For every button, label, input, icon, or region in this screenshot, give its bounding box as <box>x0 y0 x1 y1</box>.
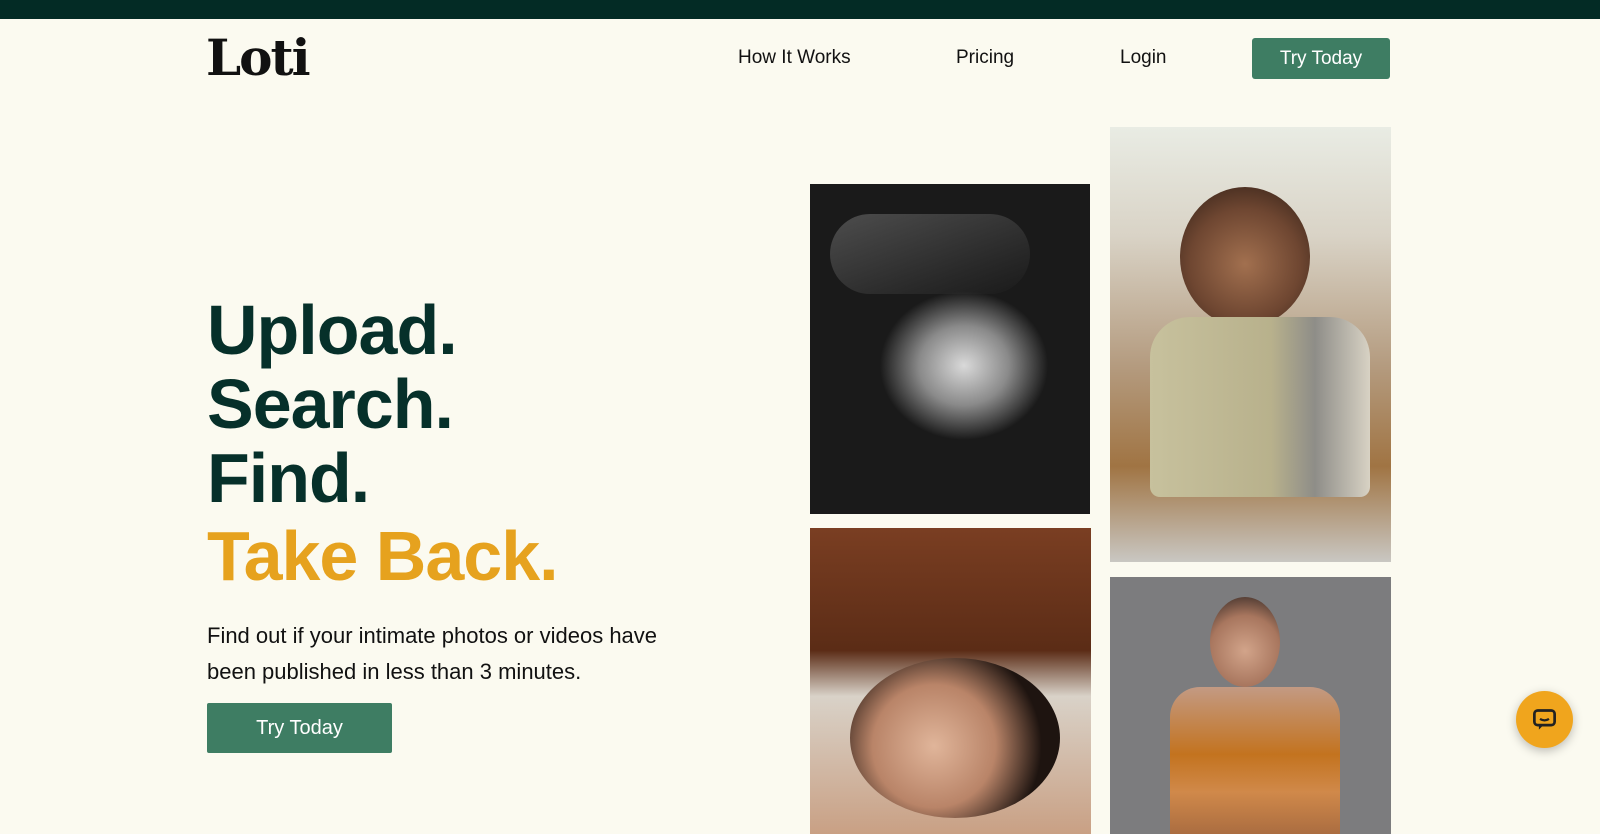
logo[interactable]: Loti <box>206 28 311 88</box>
nav-pricing[interactable]: Pricing <box>956 46 1014 70</box>
hero-try-today-button[interactable]: Try Today <box>207 703 392 753</box>
hero-photo-woman-bw <box>810 184 1090 514</box>
hero-headline-upload: Upload. <box>207 291 458 369</box>
hero-headline-take-back: Take Back. <box>207 517 559 595</box>
header-try-today-button[interactable]: Try Today <box>1252 38 1390 79</box>
hero-headline-search: Search. <box>207 365 454 443</box>
chat-launcher-button[interactable] <box>1516 691 1573 748</box>
nav-how-it-works[interactable]: How It Works <box>738 46 851 70</box>
hero-subtext: Find out if your intimate photos or vide… <box>207 623 658 684</box>
hero-headline-find: Find. <box>207 439 370 517</box>
chat-icon <box>1533 709 1556 730</box>
hero-photo-couple-women <box>810 528 1091 834</box>
hero-photo-couple-men <box>1110 127 1391 562</box>
nav-login[interactable]: Login <box>1120 46 1167 70</box>
hero-photo-tattooed-woman <box>1110 577 1391 834</box>
top-banner-strip <box>0 0 1600 19</box>
